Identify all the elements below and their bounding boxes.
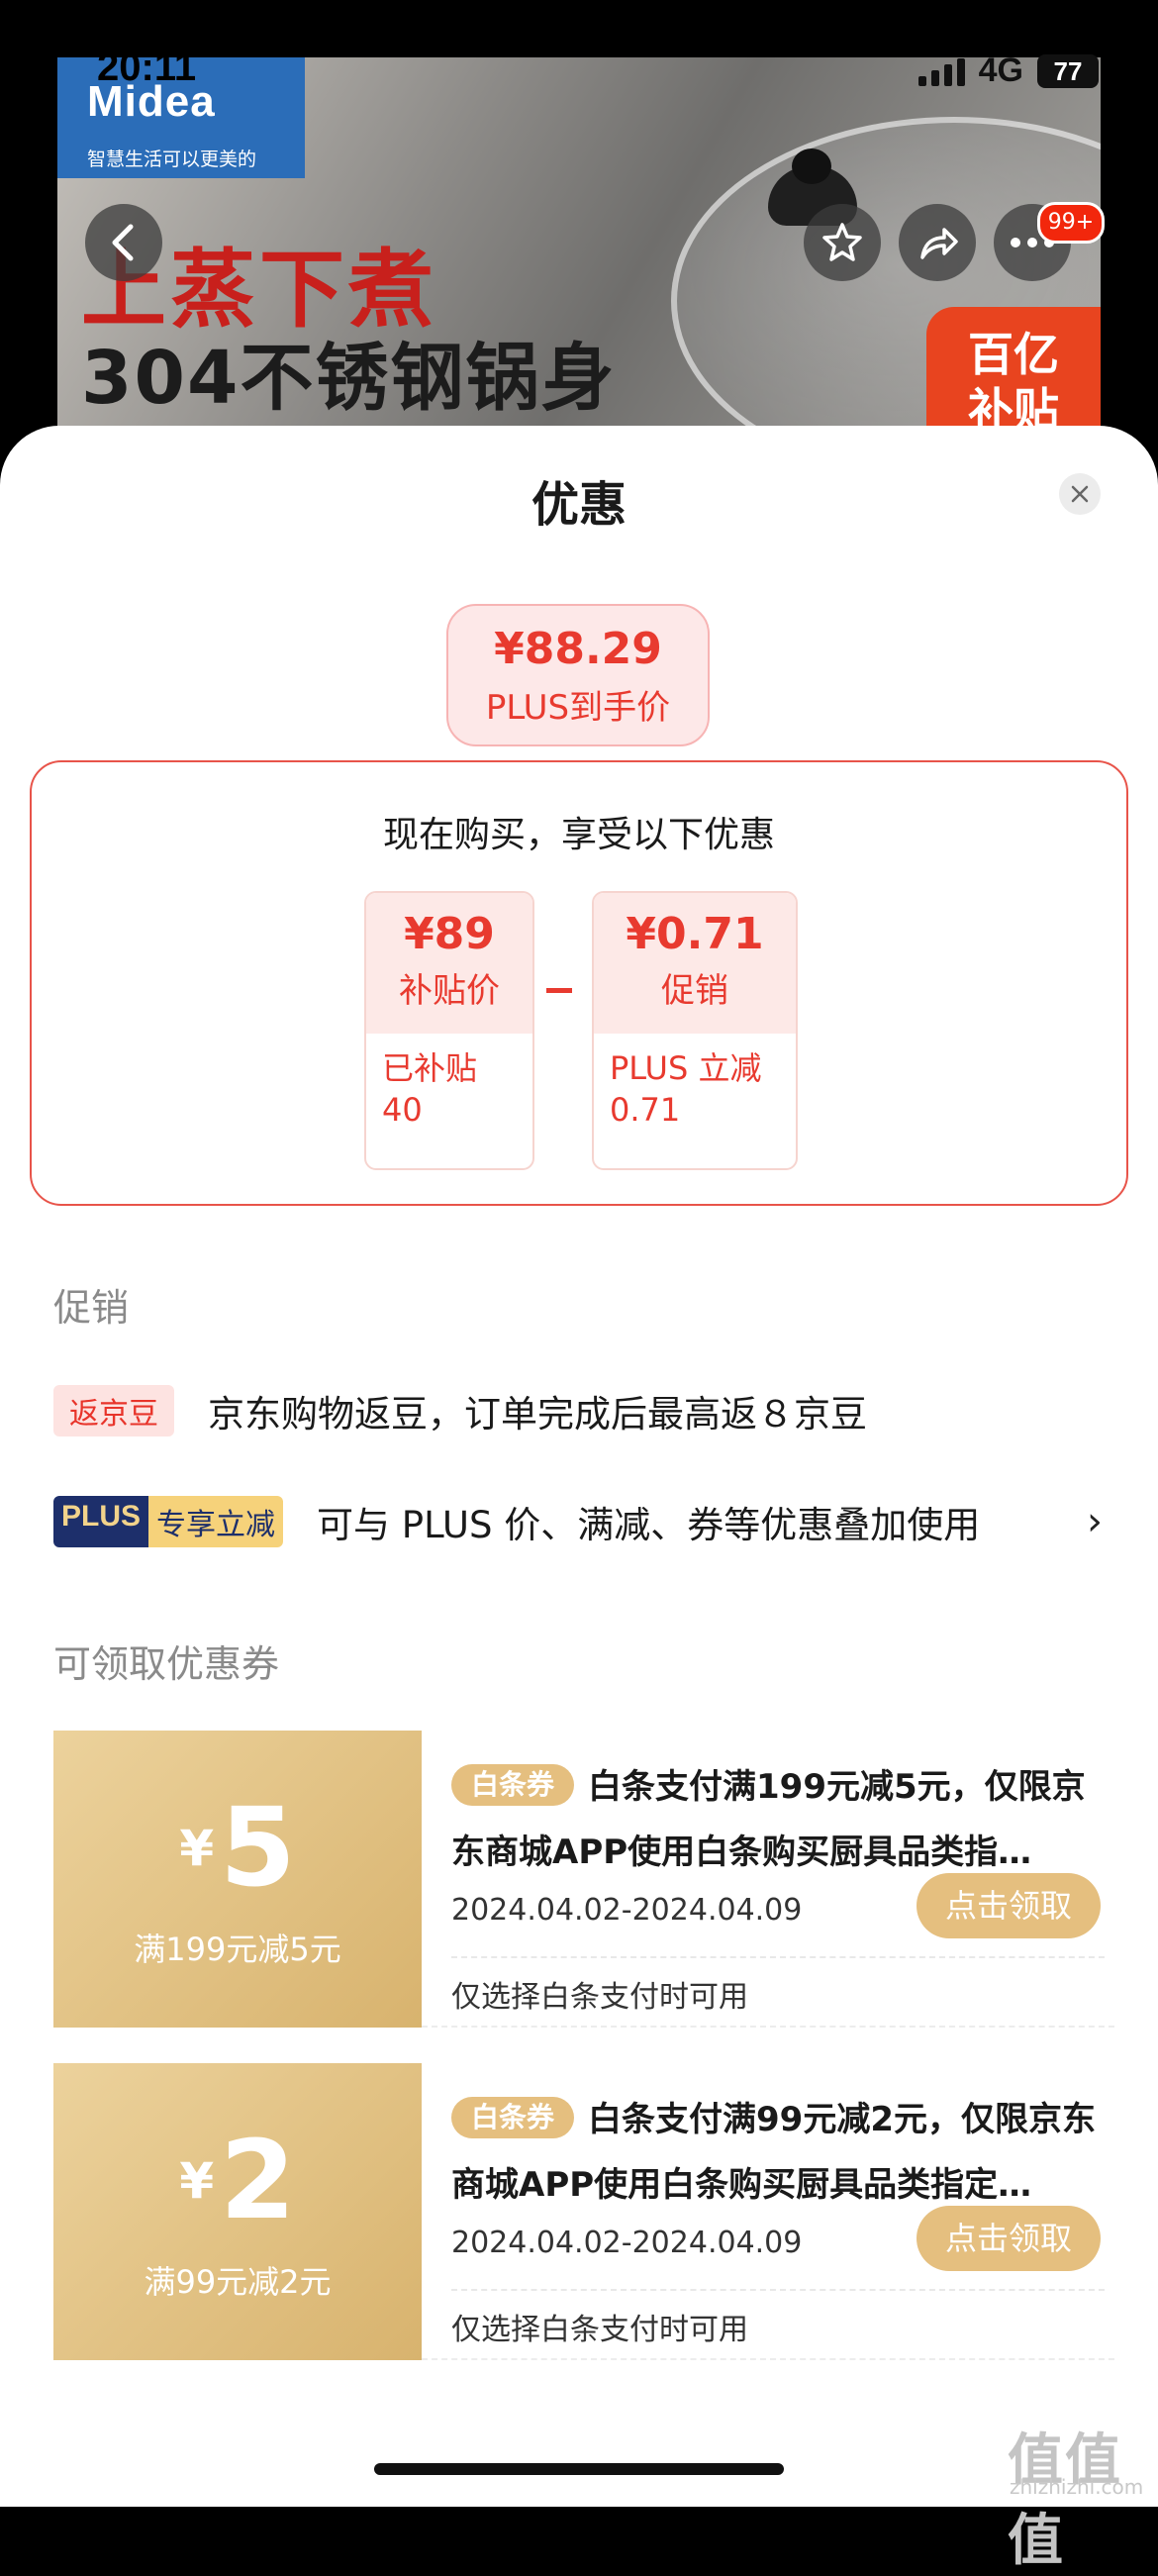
coupon-value-panel: ¥5 满199元减5元 [48, 1731, 422, 2028]
coupon-condition: 满99元减2元 [144, 2263, 332, 2301]
plus-final-price: ¥88.29 PLUS到手价 [446, 604, 710, 746]
coupon-divider [451, 1956, 1105, 1958]
final-price-value: ¥88.29 [494, 624, 662, 674]
jingdou-tag: 返京豆 [53, 1385, 174, 1437]
favorite-button[interactable] [804, 204, 881, 281]
plus-exclusive-tag: PLUS 专享立减 [53, 1496, 284, 1547]
jingdou-text: 京东购物返豆，订单完成后最高返８京豆 [208, 1393, 867, 1436]
subsidy-badge-line1: 百亿 [968, 328, 1059, 381]
chevron-right-icon[interactable]: › [1087, 1499, 1103, 1544]
claim-coupon-button[interactable]: 点击领取 [917, 1873, 1101, 1938]
deal-card-subsidy: ¥89 补贴价 已补贴 40 [364, 891, 534, 1170]
close-icon [1071, 485, 1089, 503]
minus-sign [546, 988, 572, 993]
back-button[interactable] [85, 204, 162, 281]
plus-tag-desc: 专享立减 [148, 1496, 284, 1547]
product-hero: Midea 智慧生活可以更美的 上蒸下煮 304不锈钢锅身 百亿 补贴 20:1… [0, 0, 1158, 465]
plus-promo-text: 可与 PLUS 价、满减、券等优惠叠加使用 [317, 1504, 981, 1546]
signal-icon [917, 56, 965, 86]
home-indicator[interactable] [374, 2463, 784, 2475]
coupon-value-panel: ¥2 满99元减2元 [48, 2063, 422, 2360]
coupon-currency: ¥ [179, 1820, 215, 1877]
watermark-url: zhizhizhi.com [1010, 2475, 1144, 2499]
final-price-label: PLUS到手价 [485, 688, 671, 728]
coupon-currency: ¥ [179, 2152, 215, 2210]
subsidy-price-label: 补贴价 [399, 971, 500, 1011]
share-icon [920, 228, 958, 259]
battery-icon: 77 [1037, 53, 1099, 88]
coupon-validity: 2024.04.02-2024.04.09 [451, 2226, 803, 2260]
brand-slogan: 智慧生活可以更美的 [87, 149, 257, 170]
coupon-amount: 2 [220, 2117, 296, 2243]
deal-breakdown: 现在购买，享受以下优惠 ¥89 补贴价 已补贴 40 ¥0.71 促销 PLUS… [30, 760, 1128, 1206]
coupon-note: 仅选择白条支付时可用 [451, 2313, 748, 2347]
coupon-validity: 2024.04.02-2024.04.09 [451, 1893, 803, 1928]
subsidy-detail: 已补贴 40 [382, 1049, 478, 1129]
status-indicators: 4G 77 [917, 51, 1099, 90]
promo-row-jingdou[interactable]: 返京豆 京东购物返豆，订单完成后最高返８京豆 [53, 1384, 867, 1437]
coupon-detail-panel: 白条券 白条支付满99元减2元，仅限京东商城APP使用白条购买厨具品类指定… 20… [422, 2063, 1114, 2360]
coupon-card: ¥2 满99元减2元 白条券 白条支付满99元减2元，仅限京东商城APP使用白条购… [48, 2063, 1114, 2360]
deal-card-promotion: ¥0.71 促销 PLUS 立减 0.71 [592, 891, 798, 1170]
deal-heading: 现在购买，享受以下优惠 [382, 815, 775, 855]
hero-headline-2: 304不锈钢锅身 [81, 336, 617, 421]
coupons-section-title: 可领取优惠券 [53, 1642, 280, 1686]
message-count-badge: 99+ [1037, 202, 1105, 244]
coupon-note: 仅选择白条支付时可用 [451, 1980, 748, 2015]
plus-tag-label: PLUS [53, 1496, 149, 1547]
baitiao-tag: 白条券 [451, 2097, 575, 2138]
subsidy-price-value: ¥89 [404, 909, 495, 959]
coupon-condition: 满199元减5元 [134, 1931, 341, 1968]
coupon-divider [451, 2289, 1105, 2291]
coupon-detail-panel: 白条券 白条支付满199元减5元，仅限京东商城APP使用白条购买厨具品类指… 20… [422, 1731, 1114, 2028]
coupon-amount: 5 [220, 1784, 296, 1911]
promotion-detail: PLUS 立减 0.71 [610, 1049, 762, 1129]
coupon-card: ¥5 满199元减5元 白条券 白条支付满199元减5元，仅限京东商城APP使用白… [48, 1731, 1114, 2028]
lid-knob-top-graphic [792, 149, 831, 184]
sheet-title: 优惠 [531, 477, 627, 533]
network-type: 4G [978, 51, 1023, 89]
promotions-section-title: 促销 [53, 1286, 130, 1330]
promotion-value: ¥0.71 [626, 909, 764, 959]
star-icon [822, 223, 862, 261]
share-button[interactable] [899, 204, 976, 281]
chevron-left-icon [112, 224, 134, 261]
promotion-label: 促销 [661, 971, 728, 1011]
close-button[interactable] [1059, 473, 1101, 515]
status-time: 20:11 [97, 46, 197, 89]
discount-sheet: 优惠 ¥88.29 PLUS到手价 现在购买，享受以下优惠 ¥89 补贴价 已补… [0, 426, 1158, 2507]
claim-coupon-button[interactable]: 点击领取 [917, 2206, 1101, 2271]
promo-row-plus[interactable]: PLUS 专享立减 可与 PLUS 价、满减、券等优惠叠加使用 [53, 1495, 980, 1548]
baitiao-tag: 白条券 [451, 1764, 575, 1806]
